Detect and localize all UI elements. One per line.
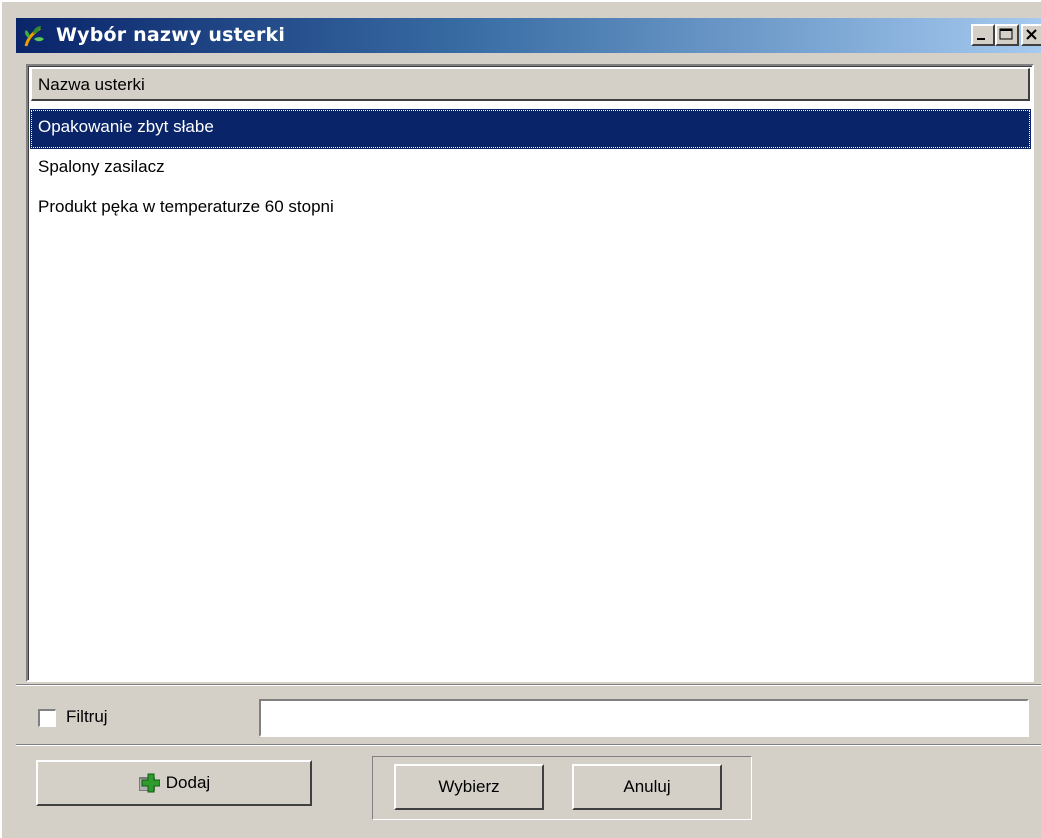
filter-input[interactable]	[259, 699, 1029, 737]
add-button-label: Dodaj	[165, 773, 211, 792]
divider	[16, 744, 1041, 746]
minimize-button[interactable]	[971, 24, 995, 46]
title-bar[interactable]: Wybór nazwy usterki	[16, 18, 1041, 53]
list-item[interactable]: Opakowanie zbyt słabe	[30, 109, 1031, 149]
column-header-label: Nazwa usterki	[38, 75, 145, 94]
minimize-icon	[977, 38, 985, 40]
filter-checkbox[interactable]	[38, 709, 56, 727]
cancel-button-label: Anuluj	[623, 777, 671, 796]
list-inner-frame: Nazwa usterki Opakowanie zbyt słabe Spal…	[28, 66, 1032, 680]
select-button-label: Wybierz	[438, 777, 500, 796]
divider	[16, 684, 1041, 686]
dialog-window: Wybór nazwy usterki Nazwa usterki Opakow…	[0, 0, 1041, 838]
plus-icon	[138, 773, 160, 793]
list-item[interactable]: Spalony zasilacz	[30, 149, 1031, 189]
defect-name-list[interactable]: Nazwa usterki Opakowanie zbyt słabe Spal…	[26, 64, 1034, 682]
close-button[interactable]	[1021, 24, 1041, 46]
maximize-button[interactable]	[995, 24, 1019, 46]
filter-label: Filtruj	[66, 707, 108, 726]
cancel-button[interactable]: Anuluj	[572, 764, 722, 810]
select-button[interactable]: Wybierz	[394, 764, 544, 810]
window-title: Wybór nazwy usterki	[56, 24, 286, 46]
add-button[interactable]: Dodaj	[36, 760, 312, 806]
column-header-name[interactable]: Nazwa usterki	[31, 68, 1030, 101]
list-rows: Opakowanie zbyt słabe Spalony zasilacz P…	[30, 109, 1031, 229]
close-icon	[1026, 29, 1037, 40]
maximize-icon	[999, 28, 1013, 40]
list-item[interactable]: Produkt pęka w temperaturze 60 stopni	[30, 189, 1031, 229]
app-plant-icon	[24, 26, 44, 47]
